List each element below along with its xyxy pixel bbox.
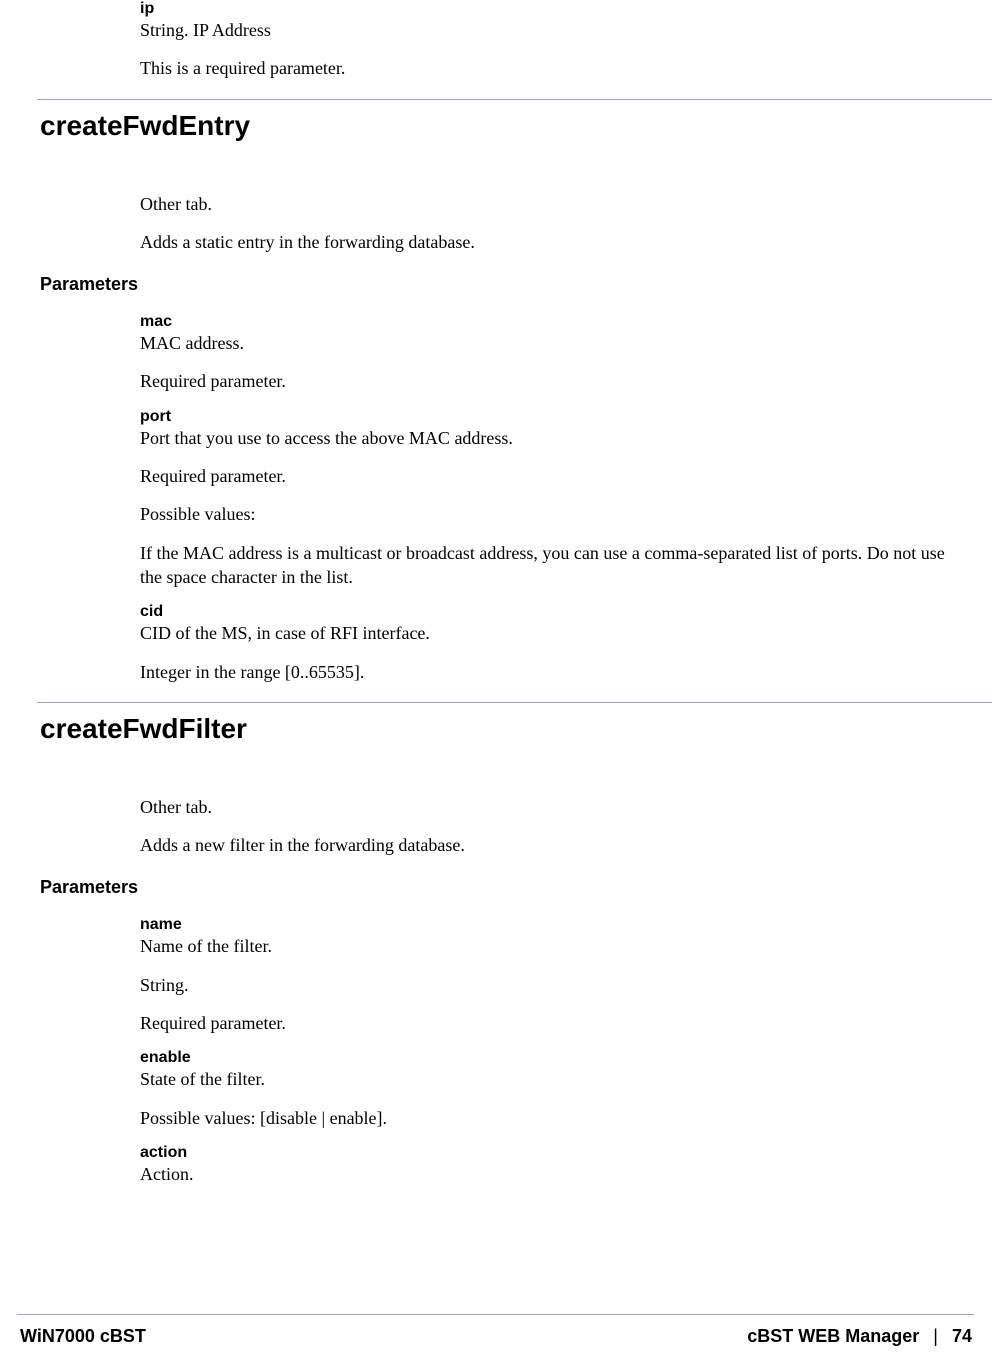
param-enable-desc: State of the filter. [140,1067,952,1091]
param-action-desc: Action. [140,1162,952,1186]
section-divider [37,99,992,100]
footer-right-title: cBST WEB Manager [747,1326,919,1347]
footer-left: WiN7000 cBST [20,1326,146,1347]
sec2-parameters-label: Parameters [40,877,972,898]
param-name-type: String. [140,973,952,997]
param-ip-name: ip [140,0,952,18]
heading-createfwdentry: createFwdEntry [40,110,972,142]
param-action-name: action [140,1144,952,1162]
page-footer: WiN7000 cBST cBST WEB Manager | 74 [20,1326,972,1347]
param-cid-range: Integer in the range [0..65535]. [140,660,952,684]
param-name-req: Required parameter. [140,1011,952,1035]
param-ip-note: This is a required parameter. [140,56,952,80]
footer-separator: | [933,1326,938,1347]
param-ip-desc: String. IP Address [140,18,952,42]
sec2-intro1: Other tab. [140,795,952,819]
sec1-intro1: Other tab. [140,192,952,216]
param-port-req: Required parameter. [140,464,952,488]
param-port-note: If the MAC address is a multicast or bro… [140,541,952,590]
heading-createfwdfilter: createFwdFilter [40,713,972,745]
footer-divider [17,1314,974,1315]
sec1-intro2: Adds a static entry in the forwarding da… [140,230,952,254]
param-enable-pv: Possible values: [disable | enable]. [140,1106,952,1130]
section-divider [37,702,992,703]
param-mac-desc: MAC address. [140,331,952,355]
param-mac-req: Required parameter. [140,369,952,393]
param-name-desc: Name of the filter. [140,934,952,958]
param-cid-name: cid [140,603,952,621]
param-mac-name: mac [140,313,952,331]
param-enable-name: enable [140,1049,952,1067]
footer-page-number: 74 [952,1326,972,1347]
param-port-desc: Port that you use to access the above MA… [140,426,952,450]
param-name-name: name [140,916,952,934]
sec1-parameters-label: Parameters [40,274,972,295]
param-port-name: port [140,408,952,426]
sec2-intro2: Adds a new filter in the forwarding data… [140,833,952,857]
param-cid-desc: CID of the MS, in case of RFI interface. [140,621,952,645]
param-port-pv: Possible values: [140,502,952,526]
